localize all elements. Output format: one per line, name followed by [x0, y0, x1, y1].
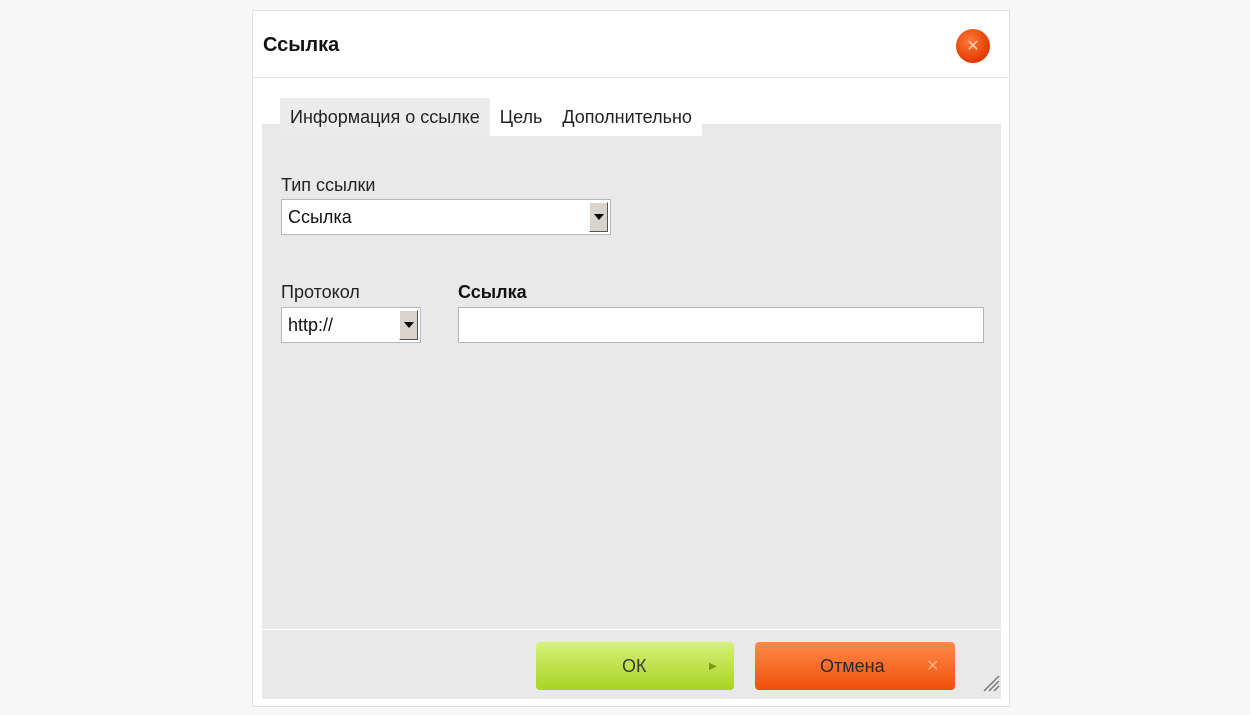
x-icon: ✕: [926, 658, 940, 675]
tab-label: Информация о ссылке: [290, 106, 480, 127]
dialog-title: Ссылка: [263, 34, 340, 56]
cancel-label: Отмена: [820, 655, 885, 676]
tab-link-info[interactable]: Информация о ссылке: [280, 98, 490, 136]
url-label: Ссылка: [458, 282, 527, 302]
protocol-select[interactable]: http://: [281, 307, 421, 343]
chevron-down-icon[interactable]: [399, 310, 418, 340]
protocol-label: Протокол: [281, 282, 360, 302]
cancel-button[interactable]: Отмена ✕: [755, 642, 955, 690]
resize-grip-icon[interactable]: [980, 672, 1000, 692]
ok-label: ОК: [622, 655, 647, 676]
tab-label: Дополнительно: [562, 106, 692, 127]
protocol-value: http://: [288, 314, 334, 335]
url-input[interactable]: [458, 307, 984, 343]
triangle-right-icon: ▶: [709, 660, 717, 672]
link-type-select[interactable]: Ссылка: [281, 199, 611, 235]
chevron-down-icon[interactable]: [589, 202, 608, 232]
close-icon[interactable]: ✕: [956, 29, 990, 63]
footer-divider: [262, 629, 1001, 630]
link-type-label: Тип ссылки: [281, 175, 376, 195]
tab-advanced[interactable]: Дополнительно: [552, 98, 702, 136]
dialog-header[interactable]: Ссылка ✕: [253, 11, 1009, 78]
tab-target[interactable]: Цель: [489, 98, 553, 136]
ok-button[interactable]: ОК ▶: [536, 642, 734, 690]
tab-label: Цель: [499, 106, 543, 127]
link-dialog: Ссылка ✕ Тип ссылки Ссылка Протокол http…: [252, 10, 1010, 707]
tab-bar: Информация о ссылке Цель Дополнительно: [280, 98, 702, 136]
link-type-value: Ссылка: [288, 206, 352, 227]
tab-panel: Тип ссылки Ссылка Протокол http:// Ссылк…: [262, 124, 1001, 699]
